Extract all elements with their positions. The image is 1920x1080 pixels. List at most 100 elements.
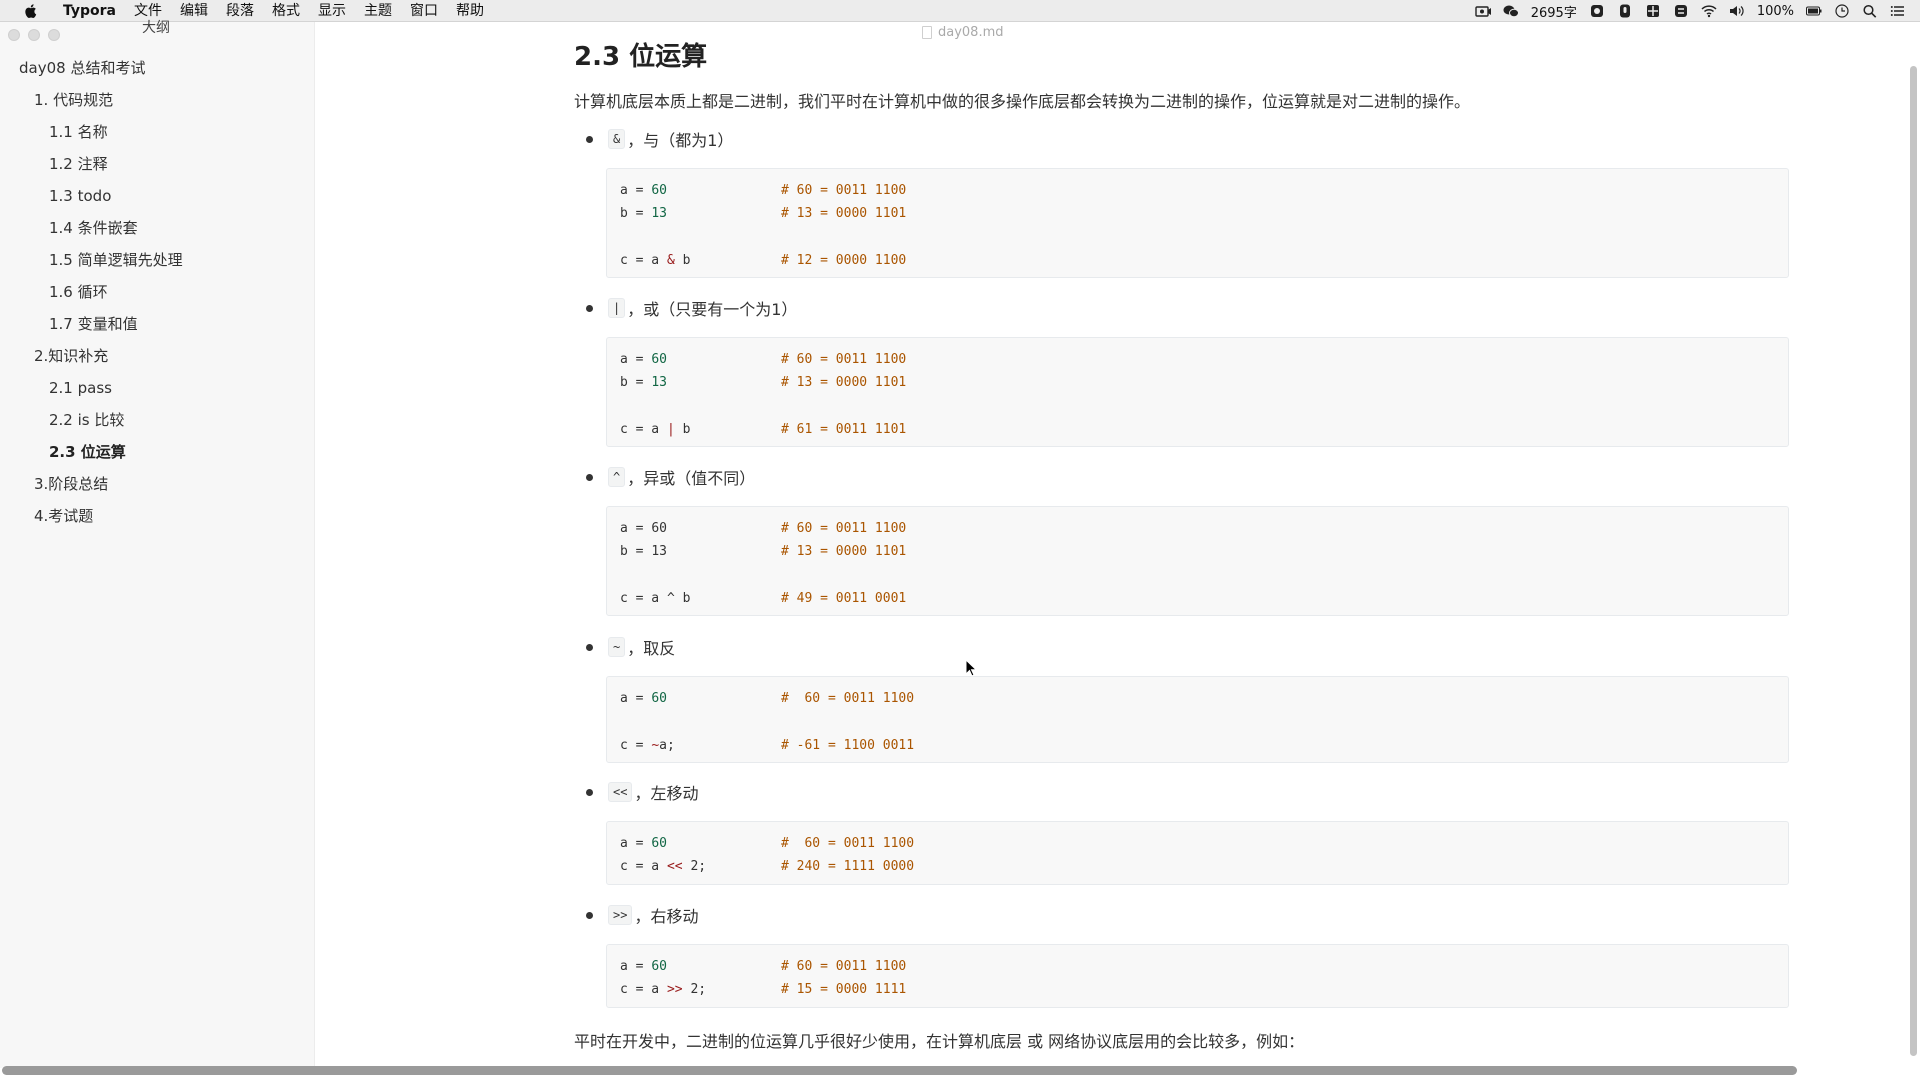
zoom-window-button[interactable] (48, 29, 60, 41)
bullet-dot (586, 473, 593, 481)
window-controls (8, 29, 60, 41)
code-comment: # -61 = 1100 0011 (781, 738, 915, 753)
vertical-scrollbar[interactable] (1910, 66, 1917, 1056)
code-line: a = 60 (620, 691, 667, 706)
bullet-dot (586, 643, 593, 651)
bullet-dot (586, 788, 593, 796)
horizontal-scrollbar[interactable] (2, 1066, 1797, 1075)
inline-code: << (608, 782, 633, 802)
code-block[interactable]: a = 60 # 60 = 0011 1100 c = a >> 2; # 15… (606, 944, 1789, 1008)
code-comment: # 13 = 0000 1101 (781, 206, 907, 221)
code-comment: # 60 = 0011 1100 (781, 352, 907, 367)
code-comment: # 60 = 0011 1100 (781, 836, 915, 851)
spotlight-search-icon[interactable] (1862, 4, 1878, 18)
wifi-icon[interactable] (1701, 4, 1717, 18)
menu-format[interactable]: 格式 (263, 0, 309, 22)
code-comment: # 13 = 0000 1101 (781, 544, 907, 559)
code-line: a = 60 (620, 836, 667, 851)
code-line: b = 13 (620, 544, 667, 559)
microphone-icon[interactable] (1617, 4, 1633, 18)
inline-code: & (608, 129, 626, 149)
menu-edit[interactable]: 编辑 (171, 0, 217, 22)
code-line: c = a & b (620, 253, 691, 268)
inline-code: ^ (608, 467, 626, 487)
menu-view[interactable]: 显示 (309, 0, 355, 22)
outline-item[interactable]: day08 总结和考试 (0, 52, 315, 84)
intro-paragraph: 计算机底层本质上都是二进制，我们平时在计算机中做的很多操作底层都会转换为二进制的… (574, 92, 1471, 111)
volume-icon[interactable] (1729, 4, 1745, 18)
code-block[interactable]: a = 60 # 60 = 0011 1100 b = 13 # 13 = 00… (606, 337, 1789, 447)
list-item: & ，与（都为1） (586, 126, 733, 152)
grid-icon[interactable] (1645, 4, 1661, 18)
outline-item[interactable]: 1.7 变量和值 (0, 308, 315, 340)
code-block[interactable]: a = 60 # 60 = 0011 1100 b = 13 # 13 = 00… (606, 168, 1789, 278)
battery-percent[interactable]: 100% (1757, 4, 1794, 19)
menu-bar: Typora 文件 编辑 段落 格式 显示 主题 窗口 帮助 2695字 100… (0, 0, 1920, 22)
notification-center-icon[interactable] (1890, 4, 1906, 18)
outline-item-active[interactable]: 2.3 位运算 (0, 436, 315, 468)
sync-icon[interactable] (1673, 4, 1689, 18)
code-line: a = 60 (620, 183, 667, 198)
code-line: c = a << 2; (620, 859, 707, 874)
list-item: << ，左移动 (586, 779, 698, 805)
mouse-cursor-icon (965, 659, 977, 677)
code-comment: # 61 = 0011 1101 (781, 422, 907, 437)
outline-item[interactable]: 1.3 todo (0, 180, 315, 212)
menu-window[interactable]: 窗口 (401, 0, 447, 22)
code-line: c = a >> 2; (620, 982, 707, 997)
code-comment: # 60 = 0011 1100 (781, 183, 907, 198)
code-line: c = a | b (620, 422, 691, 437)
list-item-text: ，与（都为1） (627, 131, 734, 150)
list-item-text: ，右移动 (634, 907, 699, 926)
outline-item[interactable]: 1.1 名称 (0, 116, 315, 148)
outline-item[interactable]: 1.4 条件嵌套 (0, 212, 315, 244)
code-line: c = ~a; (620, 738, 675, 753)
minimize-window-button[interactable] (28, 29, 40, 41)
code-block[interactable]: a = 60 # 60 = 0011 1100 b = 13 # 13 = 00… (606, 506, 1789, 616)
apple-logo-icon[interactable] (18, 0, 42, 22)
outline-item[interactable]: 4.考试题 (0, 500, 315, 532)
outline-item[interactable]: 3.阶段总结 (0, 468, 315, 500)
inline-code: >> (608, 905, 633, 925)
outline-item[interactable]: 2.知识补充 (0, 340, 315, 372)
list-item: | ，或（只要有一个为1） (586, 295, 797, 321)
code-comment: # 60 = 0011 1100 (781, 959, 907, 974)
status-app-icon[interactable] (1589, 4, 1605, 18)
outline-item[interactable]: 2.2 is 比较 (0, 404, 315, 436)
code-block[interactable]: a = 60 # 60 = 0011 1100 c = ~a; # -61 = … (606, 676, 1789, 763)
code-line: a = 60 (620, 521, 667, 536)
sidebar-title: 大纲 (142, 20, 170, 36)
clock-icon[interactable] (1834, 4, 1850, 18)
code-line: a = 60 (620, 959, 667, 974)
footer-paragraph: 平时在开发中，二进制的位运算几乎很好少使用，在计算机底层 或 网络协议底层用的会… (574, 1032, 1305, 1051)
menu-paragraph[interactable]: 段落 (217, 0, 263, 22)
close-window-button[interactable] (8, 29, 20, 41)
inline-code: ~ (608, 637, 626, 657)
status-area: 2695字 100% (1475, 0, 1906, 22)
code-comment: # 60 = 0011 1100 (781, 521, 907, 536)
menu-app-name[interactable]: Typora (54, 0, 125, 22)
wechat-icon[interactable] (1503, 4, 1519, 18)
outline-item[interactable]: 2.1 pass (0, 372, 315, 404)
inline-code: | (608, 298, 626, 318)
outline-item[interactable]: 1.5 简单逻辑先处理 (0, 244, 315, 276)
menu-theme[interactable]: 主题 (355, 0, 401, 22)
section-heading: 2.3 位运算 (574, 42, 708, 72)
editor-content[interactable]: 2.3 位运算 计算机底层本质上都是二进制，我们平时在计算机中做的很多操作底层都… (574, 22, 1789, 1068)
outline-item[interactable]: 1.2 注释 (0, 148, 315, 180)
code-block[interactable]: a = 60 # 60 = 0011 1100 c = a << 2; # 24… (606, 821, 1789, 885)
outline-item[interactable]: 1.6 循环 (0, 276, 315, 308)
battery-icon[interactable] (1806, 4, 1822, 18)
bullet-dot (586, 135, 593, 143)
menu-help[interactable]: 帮助 (447, 0, 493, 22)
outline-item[interactable]: 1. 代码规范 (0, 84, 315, 116)
bullet-dot (586, 911, 593, 919)
code-comment: # 15 = 0000 1111 (781, 982, 907, 997)
screen-record-icon[interactable] (1475, 4, 1491, 18)
outline-sidebar: 大纲 day08 总结和考试 1. 代码规范 1.1 名称 1.2 注释 1.3… (0, 20, 315, 1068)
outline-list: day08 总结和考试 1. 代码规范 1.1 名称 1.2 注释 1.3 to… (0, 52, 315, 532)
list-item: >> ，右移动 (586, 902, 698, 928)
word-count[interactable]: 2695字 (1531, 2, 1577, 21)
code-comment: # 240 = 1111 0000 (781, 859, 915, 874)
list-item: ^ ，异或（值不同） (586, 464, 755, 490)
